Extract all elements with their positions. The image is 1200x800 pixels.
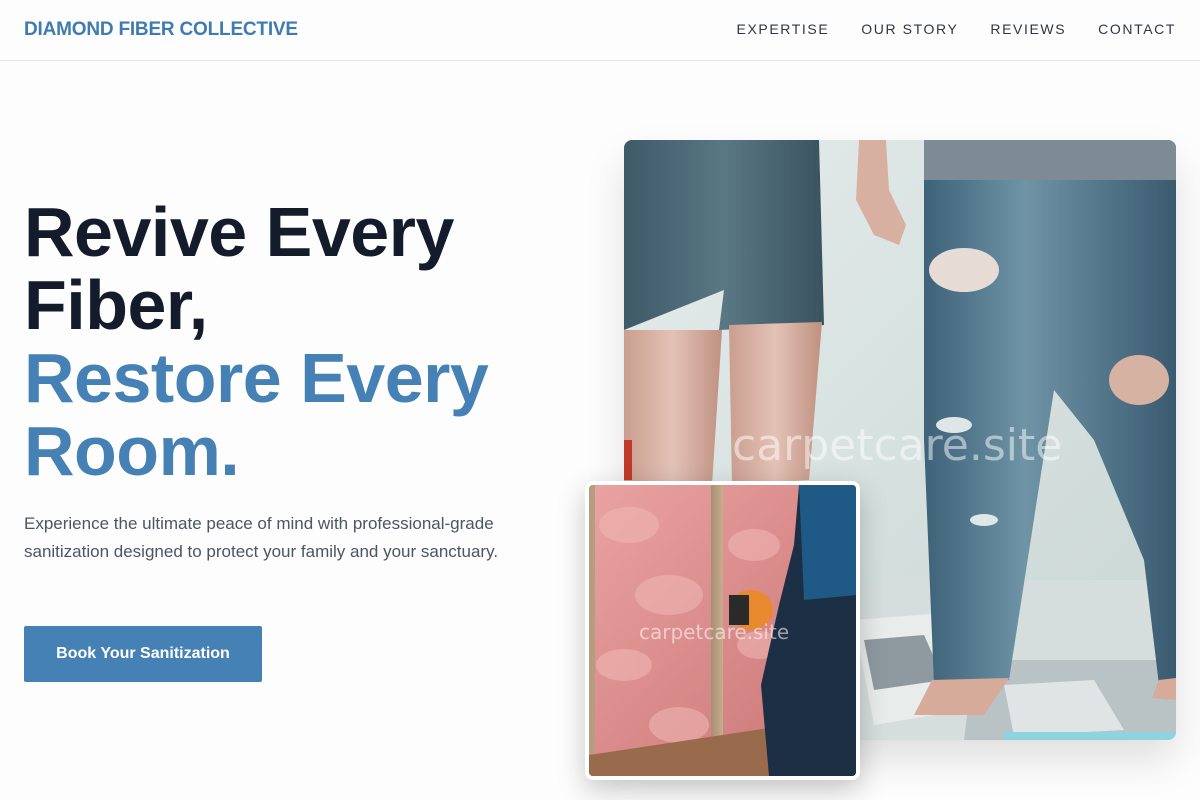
headline-line-4: Room.: [24, 412, 240, 490]
nav-link-our-story[interactable]: OUR STORY: [861, 21, 958, 37]
book-sanitization-button[interactable]: Book Your Sanitization: [24, 626, 262, 682]
brand-logo[interactable]: DIAMOND FIBER COLLECTIVE: [24, 19, 298, 41]
nav-link-contact[interactable]: CONTACT: [1098, 21, 1176, 37]
hero-photo-inset: carpetcare.site: [585, 481, 860, 780]
headline-line-3: Restore Every: [24, 339, 489, 417]
hero-description: Experience the ultimate peace of mind wi…: [24, 514, 499, 561]
headline-line-1: Revive Every: [24, 193, 454, 271]
nav-link-reviews[interactable]: REVIEWS: [990, 21, 1066, 37]
top-navbar: DIAMOND FIBER COLLECTIVE EXPERTISE OUR S…: [0, 0, 1200, 61]
main-menu: EXPERTISE OUR STORY REVIEWS CONTACT: [737, 21, 1176, 37]
insulation-illustration: [589, 485, 856, 776]
headline-line-2: Fiber,: [24, 266, 208, 344]
hero-headline: Revive Every Fiber, Restore Every Room.: [24, 196, 584, 488]
nav-link-expertise[interactable]: EXPERTISE: [737, 21, 830, 37]
